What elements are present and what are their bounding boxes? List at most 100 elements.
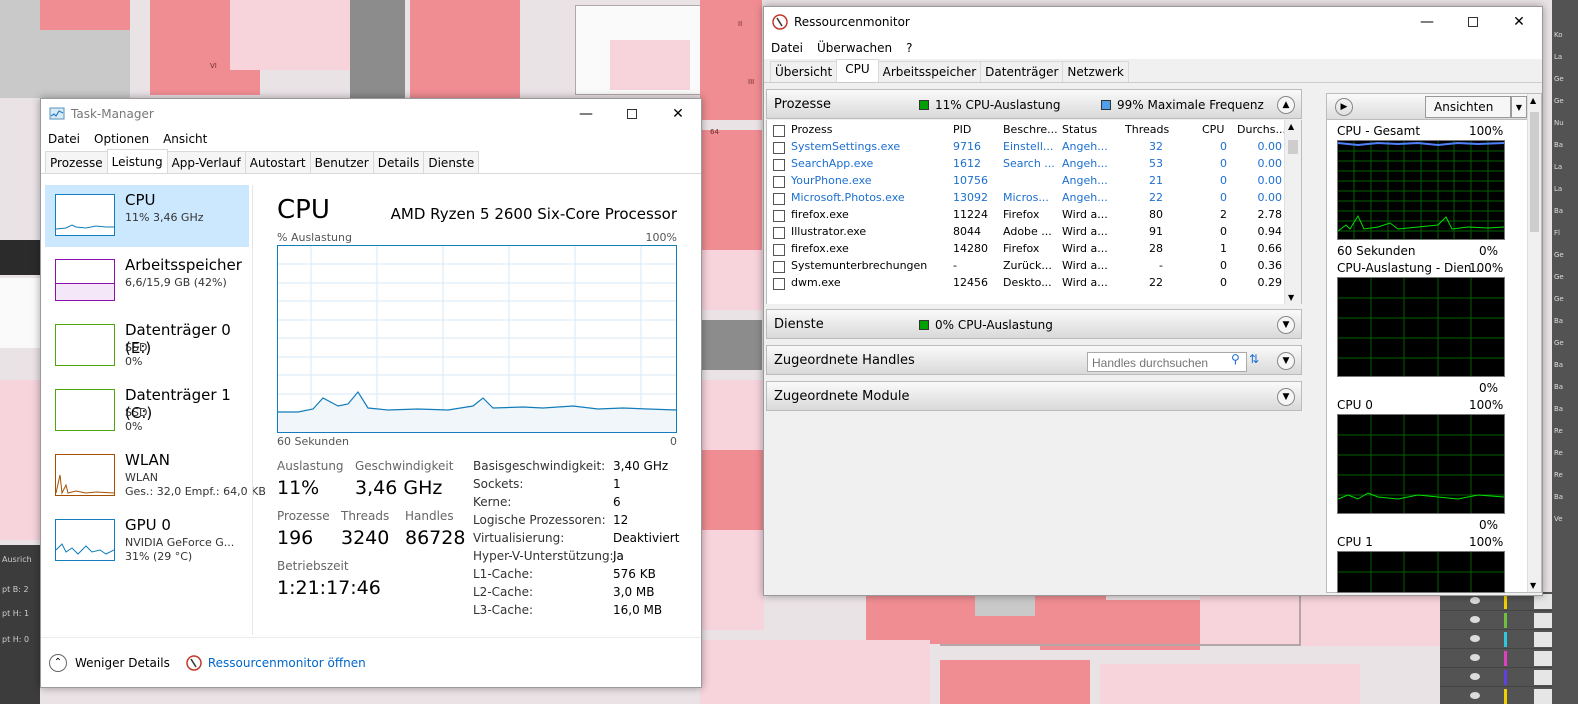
table-row[interactable]: dwm.exe 12456 Deskto... Wird a... 22 0 0.29 [767, 276, 1287, 293]
tab-uebersicht[interactable]: Übersicht [770, 61, 838, 82]
tab-app-verlauf[interactable]: App-Verlauf [166, 151, 246, 173]
refresh-icon[interactable]: ⇅ [1249, 352, 1265, 370]
cpu-mini-graph [55, 194, 115, 236]
tab-dienste[interactable]: Dienste [423, 151, 480, 173]
resource-monitor-window[interactable]: Ressourcenmonitor — ✕ Datei Überwachen ?… [763, 6, 1543, 596]
handles-section-header[interactable]: Zugeordnete Handles ⚲ ⇅ ▼ [766, 345, 1302, 375]
sidebar-item-detail: NVIDIA GeForce G... [125, 536, 235, 549]
process-description: Firefox [1003, 242, 1040, 255]
row-checkbox[interactable] [773, 278, 785, 290]
table-row[interactable]: YourPhone.exe 10756 Angeh... 21 0 0.00 [767, 174, 1287, 191]
graph-title: CPU 1 [1337, 535, 1373, 549]
table-row[interactable]: Illustrator.exe 8044 Adobe ... Wird a... 91 0… [767, 225, 1287, 242]
chevron-down-icon[interactable]: ▼ [1277, 388, 1295, 406]
sidebar-item-detail: 6,6/15,9 GB (42%) [125, 276, 227, 289]
tab-leistung[interactable]: Leistung [106, 149, 168, 173]
tab-benutzer[interactable]: Benutzer [309, 151, 374, 173]
table-row[interactable]: SystemSettings.exe 9716 Einstell... Angeh..… [767, 140, 1287, 157]
minimize-button[interactable]: — [563, 99, 609, 129]
chevron-up-icon[interactable]: ⌃ [49, 653, 67, 672]
sidebar-item-wlan[interactable]: WLAN WLAN Ges.: 32,0 Empf.: 64,0 KB [45, 445, 266, 507]
open-resource-monitor-link[interactable]: Ressourcenmonitor öffnen [208, 656, 366, 670]
tab-datentraeger[interactable]: Datenträger [980, 61, 1064, 82]
scroll-down-icon[interactable]: ▼ [1288, 293, 1294, 302]
row-checkbox[interactable] [773, 176, 785, 188]
fewer-details-button[interactable]: Weniger Details [75, 656, 170, 670]
column-header-status[interactable]: Status [1062, 123, 1097, 136]
sidebar-item-disk-0[interactable]: Datenträger 0 (E:) SSD 0% [45, 315, 249, 377]
column-header-process[interactable]: Prozess [791, 123, 832, 136]
close-button[interactable]: ✕ [655, 99, 701, 129]
table-row[interactable]: firefox.exe 14280 Firefox Wird a... 28 1 0.66 [767, 242, 1287, 259]
search-icon[interactable]: ⚲ [1231, 352, 1240, 366]
process-status: Angeh... [1062, 157, 1108, 170]
task-manager-titlebar[interactable]: Task-Manager — ✕ [41, 99, 701, 129]
menu-ueberwachen[interactable]: Überwachen [810, 41, 899, 55]
row-checkbox[interactable] [773, 244, 785, 256]
scroll-thumb[interactable] [1530, 112, 1539, 232]
row-checkbox[interactable] [773, 227, 785, 239]
sidebar-item-cpu[interactable]: CPU 11% 3,46 GHz [45, 185, 249, 247]
table-row[interactable]: Systemunterbrechungen - Zurück... Wird a...… [767, 259, 1287, 276]
table-row[interactable]: SearchApp.exe 1612 Search ... Angeh... 53 0 0.… [767, 157, 1287, 174]
views-button[interactable]: Ansichten [1425, 96, 1511, 118]
stat-value: 3240 [341, 527, 390, 549]
services-section-header[interactable]: Dienste 0% CPU-Auslastung ▼ [766, 309, 1302, 339]
graphs-scrollbar[interactable]: ▲ ▼ [1527, 94, 1541, 592]
sidebar-item-disk-1[interactable]: Datenträger 1 (C:) SSD 0% [45, 380, 249, 442]
scroll-up-icon[interactable]: ▲ [1288, 122, 1294, 131]
window-title: Ressourcenmonitor [794, 15, 910, 29]
scroll-down-icon[interactable]: ▼ [1530, 581, 1536, 590]
modules-section-header[interactable]: Zugeordnete Module ▼ [766, 381, 1302, 411]
menu-datei[interactable]: Datei [41, 132, 87, 146]
chevron-down-icon[interactable]: ▼ [1277, 316, 1295, 334]
table-row[interactable]: firefox.exe 11224 Firefox Wird a... 80 2 2.78 [767, 208, 1287, 225]
tab-netzwerk[interactable]: Netzwerk [1062, 61, 1129, 82]
close-button[interactable]: ✕ [1496, 7, 1542, 37]
chevron-right-icon[interactable]: ▶ [1335, 98, 1353, 116]
column-header-threads[interactable]: Threads [1125, 123, 1169, 136]
menu-datei[interactable]: Datei [764, 41, 810, 55]
section-title: Zugeordnete Module [774, 388, 910, 404]
tab-cpu[interactable]: CPU [836, 59, 879, 82]
column-header-cpu[interactable]: CPU [1202, 123, 1224, 136]
row-checkbox[interactable] [773, 193, 785, 205]
menu-optionen[interactable]: Optionen [87, 132, 156, 146]
tab-arbeitsspeicher[interactable]: Arbeitsspeicher [877, 61, 982, 82]
chevron-down-icon[interactable]: ▼ [1277, 352, 1295, 370]
detail-key: L3-Cache: [473, 603, 534, 617]
tab-prozesse[interactable]: Prozesse [45, 151, 108, 173]
column-header-average[interactable]: Durchs... [1237, 123, 1286, 136]
menu-help[interactable]: ? [899, 41, 919, 55]
tab-details[interactable]: Details [372, 151, 425, 173]
chevron-up-icon[interactable]: ▲ [1277, 96, 1295, 114]
handles-search-input[interactable] [1087, 352, 1247, 372]
sidebar-item-gpu[interactable]: GPU 0 NVIDIA GeForce G... 31% (29 °C) [45, 510, 249, 572]
select-all-checkbox[interactable] [773, 125, 785, 137]
process-table-scrollbar[interactable]: ▲ ▼ [1284, 120, 1301, 304]
row-checkbox[interactable] [773, 261, 785, 273]
process-cpu: 0 [1220, 157, 1227, 170]
close-icon: ✕ [1513, 14, 1525, 30]
scroll-up-icon[interactable]: ▲ [1530, 96, 1536, 105]
scroll-thumb[interactable] [1288, 140, 1298, 154]
task-manager-window[interactable]: Task-Manager — ✕ Datei Optionen Ansicht … [40, 98, 702, 688]
maximize-button[interactable] [1450, 7, 1496, 37]
menu-ansicht[interactable]: Ansicht [156, 132, 214, 146]
stat-value: 196 [277, 527, 314, 549]
row-checkbox[interactable] [773, 159, 785, 171]
row-checkbox[interactable] [773, 210, 785, 222]
views-dropdown-icon[interactable]: ▼ [1511, 96, 1527, 118]
illustrator-layers-panel: Ko La Ge Ge Nu Ba La La Ba Fl Ge Ge Ge B… [1552, 0, 1578, 704]
column-header-pid[interactable]: PID [953, 123, 971, 136]
sidebar-item-memory[interactable]: Arbeitsspeicher 6,6/15,9 GB (42%) [45, 250, 249, 312]
tab-autostart[interactable]: Autostart [244, 151, 311, 173]
table-row[interactable]: Microsoft.Photos.exe 13092 Micros... Angeh.… [767, 191, 1287, 208]
processes-section-header[interactable]: Prozesse 11% CPU-Auslastung 99% Maximale… [766, 89, 1302, 119]
graph-title: CPU 0 [1337, 398, 1373, 412]
column-header-description[interactable]: Beschre... [1003, 123, 1058, 136]
minimize-button[interactable]: — [1404, 7, 1450, 37]
row-checkbox[interactable] [773, 142, 785, 154]
maximize-button[interactable] [609, 99, 655, 129]
resource-monitor-titlebar[interactable]: Ressourcenmonitor — ✕ [764, 7, 1542, 37]
